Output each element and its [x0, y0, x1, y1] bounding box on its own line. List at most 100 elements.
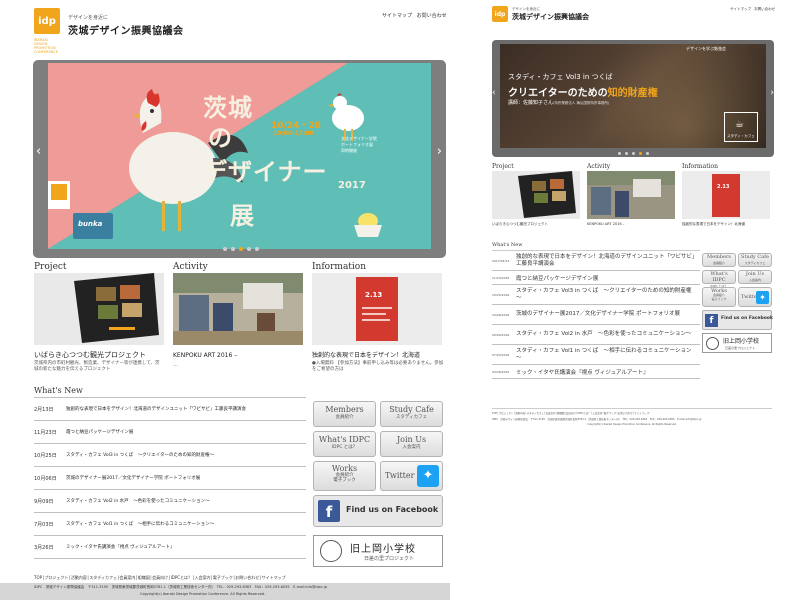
slider-next-arrow-right[interactable]: ›: [770, 88, 774, 98]
poster-year: 2017: [338, 180, 366, 191]
footer-copyright: Copyright(c) Ibaraki Design Promotion Co…: [140, 592, 266, 596]
slider-dots-right: [616, 150, 651, 157]
hero-slider-right: ‹ › デザインを学ぶ勉強会 スタディ・カフェ Vol3 in つくば クリエイ…: [492, 40, 774, 157]
facebook-banner[interactable]: f Find us on Facebook: [313, 495, 443, 527]
information-thumbnail[interactable]: 2.13: [312, 273, 442, 345]
join-us-button[interactable]: Join Us 入会案内: [380, 431, 443, 457]
svg-text:2.13: 2.13: [717, 184, 730, 190]
news-list-right: 2017/02/13 独創的な表現で日本をデザイン！北海道のデザインユニット「ワビ…: [492, 250, 700, 379]
project-desc: 茨城県内の市町村観光、製造業、デザイナー等が連携して、茨城の新たな魅力を伝えるプ…: [34, 361, 160, 372]
news-item[interactable]: 03/26/2016 ミック・イタヤ氏講演会『視点 ヴィジュアルアート』: [492, 365, 700, 379]
slider-dot[interactable]: [255, 247, 259, 251]
poster-title-4: 展: [230, 202, 254, 230]
facebook-icon: f: [705, 314, 718, 327]
project-thumbnail-right[interactable]: [492, 171, 580, 219]
poster-title-2: の: [208, 124, 232, 152]
news-item[interactable]: 10/25/2016 スタディ・カフェ Vol3 in つくば ～クリエイターのた…: [492, 285, 700, 305]
slider-dot-active[interactable]: [239, 247, 243, 251]
nav-sitemap[interactable]: サイトマップ: [382, 13, 412, 19]
study-cafe-button[interactable]: Study Cafe スタディカフェ: [380, 401, 443, 427]
whats-new-heading: What's New: [34, 386, 83, 395]
twitter-button[interactable]: Twitter ✦: [380, 461, 443, 491]
facebook-banner-right[interactable]: f Find us on Facebook: [702, 310, 773, 330]
information-title[interactable]: 独創的な表現で日本をデザイン！北海道: [312, 350, 447, 359]
study-cafe-button-right[interactable]: Study Cafe スタディカフェ: [738, 253, 772, 267]
cafe-cup-icon: ☕ スタディ・カフェ: [724, 112, 758, 142]
whats-idpc-button-right[interactable]: What's IDPC IDPC とは？: [702, 270, 736, 288]
news-item[interactable]: 9月09日 スタディ・カフェ Vol2 in 水戸 ～色彩を使ったコミュニケーショ…: [34, 490, 306, 513]
news-item[interactable]: 07/03/2016 スタディ・カフェ Vol1 in つくば ～相手に伝わるコミ…: [492, 345, 700, 365]
svg-text:2.13: 2.13: [365, 291, 382, 299]
top-nav-right: サイトマップ お問い合わせ: [730, 7, 775, 12]
members-button-right[interactable]: Members 会員紹介: [702, 253, 736, 267]
footer-links-right[interactable]: TOP│プロジェクト│活動内容│スタディカフェ│会員案内│組織図│会員向け│ID…: [492, 411, 772, 415]
footer-address-right: IDPC 茨城デザイン振興協議会 〒311-3195 茨城県東茨城郡茨城町長岡3…: [492, 418, 702, 421]
slider-prev-arrow[interactable]: ‹: [36, 144, 41, 159]
project-title[interactable]: いばらき心つつむ観光プロジェクト: [34, 350, 146, 360]
site-logo[interactable]: idp デザインを身近に 茨城デザイン振興協議会 IBARAKI DESIGN PR…: [34, 8, 234, 58]
hero-slider: ‹ › 茨城 の デザイナー 展 2017 10/24・28 10:00-17:…: [33, 60, 446, 258]
school-project-banner[interactable]: 旧上岡小学校 日差の里プロジェクト: [313, 535, 443, 567]
slider-dot[interactable]: [646, 152, 649, 155]
slider-dot[interactable]: [618, 152, 621, 155]
nav-contact[interactable]: お問い合わせ: [417, 13, 447, 19]
left-page: idp デザインを身近に 茨城デザイン振興協議会 IBARAKI DESIGN PR…: [0, 0, 450, 600]
nav-sitemap[interactable]: サイトマップ: [730, 7, 751, 11]
information-desc: ●入場無料 【参加方法】事前申し込み等は必要ありません。参加をご希望の方は: [312, 361, 444, 372]
information-heading-right: Information: [682, 163, 719, 170]
poster-times: 10:00-17:00: [273, 130, 314, 137]
slider-dot[interactable]: [625, 152, 628, 155]
footer-copyright-right: Copyright(c) Ibaraki Design Promotion Co…: [587, 423, 677, 426]
information-heading: Information: [312, 262, 367, 272]
footer-bar: IDPC 茨城デザイン振興協議会 〒311-3195 茨城県東茨城郡茨城町長岡3…: [0, 583, 450, 600]
news-item[interactable]: 10月06日 茨城のデザイナー展2017／文化デザイナー学院 ポートフォリオ展: [34, 467, 306, 490]
slide-headline: クリエイターのための知的財産権: [508, 88, 658, 99]
slider-dot[interactable]: [632, 152, 635, 155]
news-item[interactable]: 10/06/2016 茨城のデザイナー展2017／文化デザイナー学院 ポートフォリ…: [492, 305, 700, 325]
news-item[interactable]: 2017/02/13 独創的な表現で日本をデザイン！北海道のデザインユニット「ワビ…: [492, 251, 700, 271]
school-project-banner-right[interactable]: 旧上岡小学校 日差の里プロジェクト: [702, 333, 772, 353]
footer-address: IDPC 茨城デザイン振興協議会 〒311-3195 茨城県東茨城郡茨城町長岡3…: [34, 585, 328, 589]
twitter-button-right[interactable]: Twitter ✦: [738, 287, 772, 307]
footer-links[interactable]: TOP│プロジェクト│活動内容│スタディカフェ│会員案内│組織図│会員向け│ID…: [34, 575, 286, 581]
activity-thumbnail[interactable]: [173, 273, 303, 345]
slider-dot[interactable]: [231, 247, 235, 251]
project-thumbnail[interactable]: [34, 273, 164, 345]
slide-event: スタディ・カフェ Vol3 in つくば: [508, 73, 613, 81]
works-button-right[interactable]: Works 会員紹介 電子ブック: [702, 287, 736, 307]
logo-title-right: 茨城デザイン振興協議会: [512, 13, 589, 21]
slide-speaker: 講師：佐藤知子さん(特許業務法人 梅弘国際特許事務所): [508, 100, 610, 106]
slider-dot[interactable]: [247, 247, 251, 251]
slider-prev-arrow-right[interactable]: ‹: [492, 88, 496, 98]
slider-next-arrow[interactable]: ›: [437, 144, 442, 159]
news-item[interactable]: 10月25日 スタディ・カフェ Vol3 in つくば ～クリエイターのための知的…: [34, 444, 306, 467]
activity-title[interactable]: KENPOKU ART 2016 –: [173, 352, 237, 359]
news-item[interactable]: 11月23日 霞つと納豆パッケージデザイン展: [34, 421, 306, 444]
logo-en: IBARAKI DESIGN PROMOTION CONFERENCE: [34, 38, 58, 54]
school-icon: [706, 337, 719, 350]
nav-contact[interactable]: お問い合わせ: [754, 7, 775, 11]
activity-thumbnail-right[interactable]: [587, 171, 675, 219]
activity-title-right[interactable]: KENPOKU ART 2016 –: [587, 222, 624, 226]
logo-title: 茨城デザイン振興協議会: [68, 26, 184, 37]
twitter-icon: ✦: [756, 291, 769, 304]
activity-heading: Activity: [173, 262, 208, 272]
information-title-right[interactable]: 独創的な表現で日本をデザイン！北海道: [682, 222, 772, 227]
slider-dot[interactable]: [223, 247, 227, 251]
news-item[interactable]: 09/09/2016 スタディ・カフェ Vol2 in 水戸 ～色彩を使ったコミュ…: [492, 325, 700, 345]
news-item[interactable]: 3月26日 ミック・イタヤ氏講演会『視点 ヴィジュアルアート』: [34, 536, 306, 559]
activity-desc: …: [173, 362, 178, 368]
school-icon: [320, 540, 342, 562]
information-thumbnail-right[interactable]: 2.13: [682, 171, 770, 219]
slider-dot-active[interactable]: [639, 152, 642, 155]
join-us-button-right[interactable]: Join Us 入会案内: [738, 270, 772, 284]
project-heading-right: Project: [492, 163, 514, 170]
news-item[interactable]: 7月03日 スタディ・カフェ Vol1 in つくば ～相手に伝わるコミュニケーシ…: [34, 513, 306, 536]
news-item[interactable]: 11/23/2016 霞つと納豆パッケージデザイン展: [492, 271, 700, 285]
project-title-right[interactable]: いばらき心つつむ観光プロジェクト: [492, 222, 548, 227]
news-item[interactable]: 2月13日 独創的な表現で日本をデザイン！北海道のデザインユニット「ワビサビ」工藤…: [34, 398, 306, 421]
poster-title-3: デザイナー: [203, 158, 328, 186]
whats-idpc-button[interactable]: What's IDPC IDPC とは？: [313, 431, 376, 457]
works-button[interactable]: Works 会員紹介 電子ブック: [313, 461, 376, 491]
members-button[interactable]: Members 会員紹介: [313, 401, 376, 427]
